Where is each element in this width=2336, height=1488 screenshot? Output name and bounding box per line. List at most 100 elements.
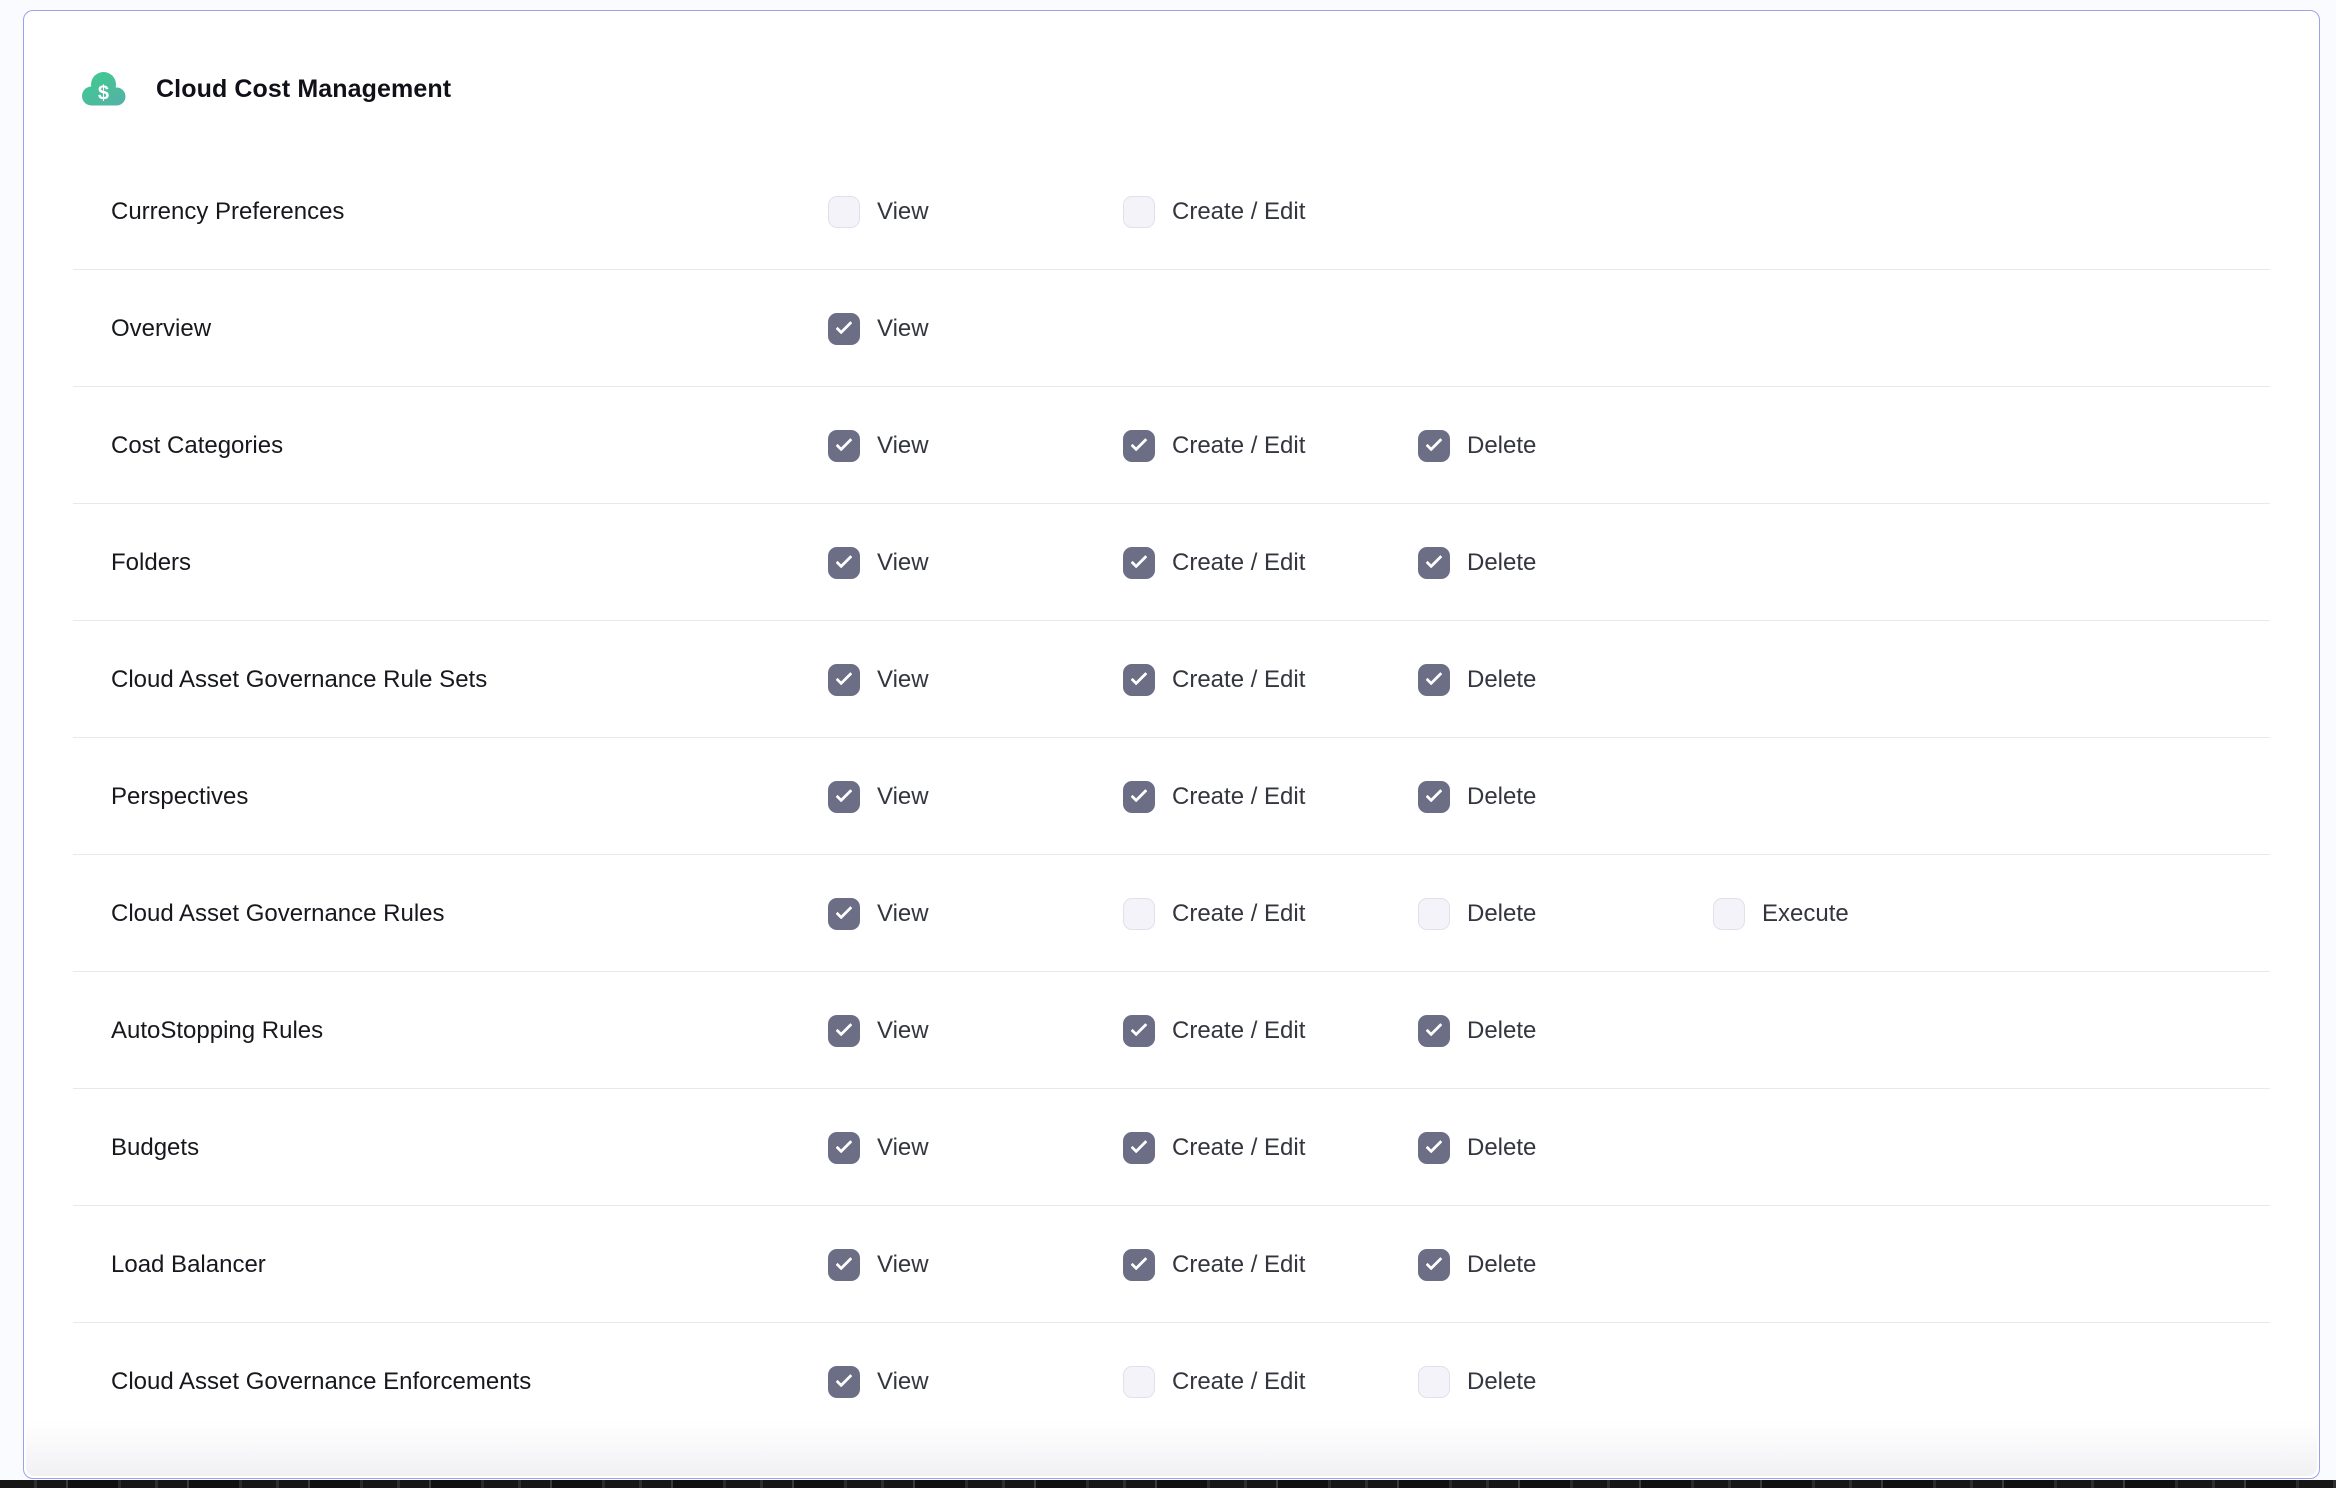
cloud-cost-dollar-icon: $ [78, 70, 128, 108]
view-checkbox[interactable] [828, 313, 860, 345]
resource-label: Cost Categories [111, 432, 828, 460]
delete-checkbox[interactable] [1418, 1132, 1450, 1164]
create-edit-permission: Create / Edit [1123, 430, 1418, 462]
permission-label: Create / Edit [1172, 1134, 1305, 1162]
view-permission: View [828, 898, 1123, 930]
view-checkbox[interactable] [828, 196, 860, 228]
create-edit-checkbox[interactable] [1123, 1249, 1155, 1281]
create-edit-checkbox[interactable] [1123, 664, 1155, 696]
delete-permission: Delete [1418, 1249, 1713, 1281]
check-icon [1131, 434, 1148, 451]
delete-permission: Delete [1418, 1132, 1713, 1164]
delete-checkbox[interactable] [1418, 547, 1450, 579]
view-permission: View [828, 313, 1123, 345]
module-header: $ Cloud Cost Management [24, 11, 2319, 153]
create-edit-checkbox[interactable] [1123, 1366, 1155, 1398]
permission-label: View [877, 198, 929, 226]
resource-label: Cloud Asset Governance Rules [111, 900, 828, 928]
create-edit-permission: Create / Edit [1123, 664, 1418, 696]
permission-row: OverviewView [24, 270, 2319, 387]
permission-row: Cloud Asset Governance Rule Sets View Crea… [24, 621, 2319, 738]
view-permission: View [828, 430, 1123, 462]
permission-label: Delete [1467, 432, 1536, 460]
create-edit-checkbox[interactable] [1123, 898, 1155, 930]
create-edit-checkbox[interactable] [1123, 430, 1155, 462]
permission-label: Delete [1467, 549, 1536, 577]
permission-label: Delete [1467, 783, 1536, 811]
view-permission: View [828, 1249, 1123, 1281]
delete-permission: Delete [1418, 664, 1713, 696]
resource-label: Overview [111, 315, 828, 343]
view-checkbox[interactable] [828, 1132, 860, 1164]
check-icon [1426, 1136, 1443, 1153]
execute-permission: Execute [1713, 898, 2319, 930]
create-edit-checkbox[interactable] [1123, 781, 1155, 813]
view-checkbox[interactable] [828, 1249, 860, 1281]
permission-label: Delete [1467, 666, 1536, 694]
create-edit-checkbox[interactable] [1123, 547, 1155, 579]
create-edit-checkbox[interactable] [1123, 196, 1155, 228]
permission-label: Delete [1467, 1134, 1536, 1162]
check-icon [1131, 668, 1148, 685]
cutoff-content-strip [0, 1480, 2336, 1488]
view-permission: View [828, 781, 1123, 813]
permission-label: View [877, 1251, 929, 1279]
view-checkbox[interactable] [828, 547, 860, 579]
delete-checkbox[interactable] [1418, 1249, 1450, 1281]
check-icon [1426, 785, 1443, 802]
permissions-list: Currency PreferencesViewCreate / EditOve… [24, 153, 2319, 1440]
dollar-glyph: $ [98, 83, 109, 105]
permission-row: PerspectivesViewCreate / EditDelete [24, 738, 2319, 855]
check-icon [836, 1253, 853, 1270]
view-checkbox[interactable] [828, 1366, 860, 1398]
view-checkbox[interactable] [828, 781, 860, 813]
create-edit-permission: Create / Edit [1123, 1015, 1418, 1047]
permission-label: Create / Edit [1172, 900, 1305, 928]
view-permission: View [828, 1366, 1123, 1398]
delete-checkbox[interactable] [1418, 1015, 1450, 1047]
permission-label: Create / Edit [1172, 666, 1305, 694]
resource-label: Load Balancer [111, 1251, 828, 1279]
view-checkbox[interactable] [828, 430, 860, 462]
view-checkbox[interactable] [828, 664, 860, 696]
view-permission: View [828, 196, 1123, 228]
permission-label: View [877, 549, 929, 577]
permission-row: AutoStopping RulesViewCreate / EditDelet… [24, 972, 2319, 1089]
check-icon [836, 434, 853, 451]
view-checkbox[interactable] [828, 1015, 860, 1047]
delete-permission: Delete [1418, 1366, 1713, 1398]
delete-checkbox[interactable] [1418, 1366, 1450, 1398]
check-icon [1131, 1019, 1148, 1036]
view-checkbox[interactable] [828, 898, 860, 930]
create-edit-checkbox[interactable] [1123, 1132, 1155, 1164]
check-icon [1131, 1136, 1148, 1153]
check-icon [1131, 1253, 1148, 1270]
check-icon [836, 317, 853, 334]
permission-label: Create / Edit [1172, 1368, 1305, 1396]
permission-label: Execute [1762, 900, 1849, 928]
execute-checkbox[interactable] [1713, 898, 1745, 930]
module-title: Cloud Cost Management [156, 75, 451, 104]
create-edit-permission: Create / Edit [1123, 781, 1418, 813]
delete-checkbox[interactable] [1418, 430, 1450, 462]
check-icon [1131, 785, 1148, 802]
check-icon [836, 785, 853, 802]
check-icon [1426, 551, 1443, 568]
delete-permission: Delete [1418, 1015, 1713, 1047]
view-permission: View [828, 664, 1123, 696]
resource-label: Cloud Asset Governance Rule Sets [111, 666, 828, 694]
check-icon [1426, 434, 1443, 451]
delete-checkbox[interactable] [1418, 664, 1450, 696]
permission-row: Currency PreferencesViewCreate / Edit [24, 153, 2319, 270]
permission-label: View [877, 432, 929, 460]
delete-checkbox[interactable] [1418, 781, 1450, 813]
delete-permission: Delete [1418, 898, 1713, 930]
permission-label: View [877, 666, 929, 694]
permission-row: Load BalancerViewCreate / EditDelete [24, 1206, 2319, 1323]
delete-checkbox[interactable] [1418, 898, 1450, 930]
permission-row: Cloud Asset Governance RulesView Create /… [24, 855, 2319, 972]
resource-label: Budgets [111, 1134, 828, 1162]
create-edit-checkbox[interactable] [1123, 1015, 1155, 1047]
permission-label: Delete [1467, 900, 1536, 928]
permission-label: View [877, 783, 929, 811]
